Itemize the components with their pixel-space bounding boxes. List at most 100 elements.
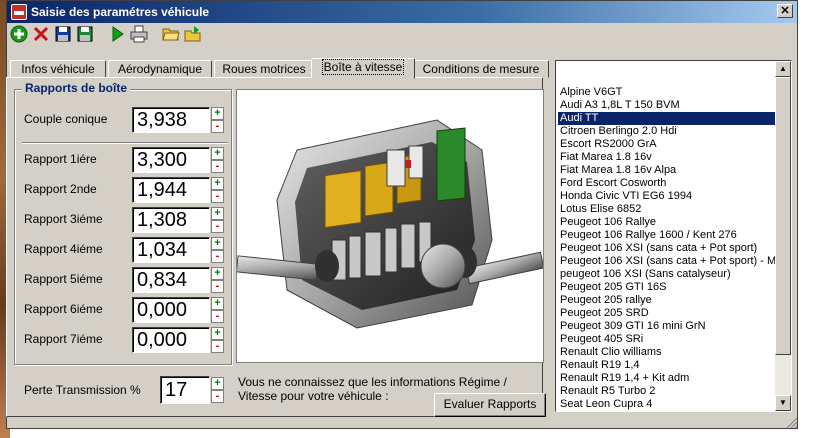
ratio-label: Rapport 4iéme (24, 242, 103, 256)
decrement-button[interactable]: - (211, 280, 224, 293)
list-item[interactable]: Honda Civic VTI EG6 1994 (558, 190, 776, 203)
group-title: Rapports de boîte (22, 81, 131, 95)
list-item[interactable]: Renault R19 1,4 + Kit adm (558, 372, 776, 385)
list-item[interactable]: Peugeot 106 XSI (sans cata + Pot sport) (558, 242, 776, 255)
list-item[interactable]: Peugeot 106 Rallye (558, 216, 776, 229)
decrement-button[interactable]: - (211, 120, 224, 133)
ratio-label: Rapport 2nde (24, 182, 97, 196)
list-item[interactable]: Peugeot 205 GTI 16S (558, 281, 776, 294)
vehicle-list: Alpine V6GT Audi A3 1,8L T 150 BVM Audi TT… (556, 61, 776, 411)
scroll-thumb[interactable] (775, 77, 791, 355)
printer-icon (130, 25, 148, 43)
decrement-button[interactable]: - (211, 390, 224, 403)
export-folder-button[interactable] (184, 25, 202, 43)
run-button[interactable] (108, 25, 126, 43)
increment-button[interactable]: + (211, 237, 224, 250)
scroll-up-button[interactable]: ▲ (775, 61, 791, 77)
ratio-spinner: + - (211, 327, 224, 353)
title-bar[interactable]: Saisie des paramétres véhicule ✕ (7, 1, 797, 23)
list-item[interactable]: Audi A3 1,8L T 150 BVM (558, 99, 776, 112)
list-item[interactable]: Escort RS2000 GrA (558, 138, 776, 151)
decrement-button[interactable]: - (211, 310, 224, 323)
list-item[interactable]: Fiat Marea 1.8 16v Alpa (558, 164, 776, 177)
list-item[interactable]: Peugeot 205 rallye (558, 294, 776, 307)
list-item[interactable]: Peugeot 405 SRi (558, 333, 776, 346)
list-item[interactable]: Ford Escort Cosworth (558, 177, 776, 190)
decrement-button[interactable]: - (211, 340, 224, 353)
increment-button[interactable]: + (211, 207, 224, 220)
decrement-button[interactable]: - (211, 250, 224, 263)
tab-roues-motrices[interactable]: Roues motrices (214, 60, 314, 78)
ratio-field[interactable]: 0,834 (132, 267, 210, 293)
ratio-field[interactable]: 1,944 (132, 177, 210, 203)
tab-boite-a-vitesse[interactable]: Boîte à vitesse (311, 58, 415, 79)
list-item[interactable]: Peugeot 106 Rallye 1600 / Kent 276 (558, 229, 776, 242)
ratio-label: Rapport 5iéme (24, 272, 103, 286)
tab-infos-vehicule[interactable]: Infos véhicule (10, 60, 106, 78)
list-item[interactable]: peugeot 106 XSI (Sans catalyseur) (558, 268, 776, 281)
gearbox-image (236, 89, 544, 363)
resize-grip-icon[interactable] (786, 417, 798, 429)
ratio-label: Rapport 6iéme (24, 302, 103, 316)
list-item[interactable]: Audi TT (558, 112, 776, 125)
play-icon (112, 26, 124, 42)
ratio-field[interactable]: 0,000 (132, 327, 210, 353)
tab-aerodynamique[interactable]: Aérodynamique (108, 60, 212, 78)
list-item[interactable]: Peugeot 205 SRD (558, 307, 776, 320)
ratio-field[interactable]: 1,034 (132, 237, 210, 263)
app-icon (11, 4, 27, 20)
ratio-spinner: + - (211, 207, 224, 233)
increment-button[interactable]: + (211, 267, 224, 280)
open-folder-button[interactable] (162, 25, 180, 43)
save-button[interactable] (54, 25, 72, 43)
final-drive-field[interactable]: 3,938 (132, 107, 210, 133)
floppy-disk-icon (55, 26, 71, 42)
separator (22, 142, 228, 144)
ratio-spinner: + - (211, 297, 224, 323)
scroll-down-button[interactable]: ▼ (775, 395, 791, 411)
decrement-button[interactable]: - (211, 160, 224, 173)
increment-button[interactable]: + (211, 177, 224, 190)
window-title: Saisie des paramétres véhicule (31, 5, 210, 19)
red-x-icon (33, 26, 49, 42)
list-item[interactable]: Alpine V6GT (558, 86, 776, 99)
list-item[interactable]: Renault R19 1,4 (558, 359, 776, 372)
ratio-field[interactable]: 0,000 (132, 297, 210, 323)
list-item[interactable]: Citroen Berlingo 2.0 Hdi (558, 125, 776, 138)
increment-button[interactable]: + (211, 147, 224, 160)
evaluate-ratios-button[interactable]: Evaluer Rapports (434, 393, 546, 417)
folder-open-icon (162, 28, 180, 41)
decrement-button[interactable]: - (211, 220, 224, 233)
increment-button[interactable]: + (211, 327, 224, 340)
list-item[interactable]: Peugeot 309 GTI 16 mini GrN (558, 320, 776, 333)
close-button[interactable]: ✕ (777, 4, 793, 18)
tab-conditions-de-mesure[interactable]: Conditions de mesure (413, 60, 549, 78)
ratio-field[interactable]: 3,300 (132, 147, 210, 173)
list-item[interactable]: Lotus Elise 6852 (558, 203, 776, 216)
increment-button[interactable]: + (211, 107, 224, 120)
print-button[interactable] (130, 25, 148, 43)
list-item[interactable]: Peugeot 106 XSI (sans cata + Pot sport) … (558, 255, 776, 268)
vehicle-listbox[interactable]: Alpine V6GT Audi A3 1,8L T 150 BVM Audi TT… (555, 60, 792, 412)
transmission-loss-spinner: + - (211, 377, 224, 403)
increment-button[interactable]: + (211, 377, 224, 390)
add-button[interactable] (10, 25, 28, 43)
delete-button[interactable] (32, 25, 50, 43)
ratio-label: Rapport 1iére (24, 152, 97, 166)
list-item[interactable]: Renault R5 Turbo 2 (558, 385, 776, 398)
plus-circle-icon (10, 25, 28, 43)
decrement-button[interactable]: - (211, 190, 224, 203)
list-item[interactable]: Renault Clio williams (558, 346, 776, 359)
transmission-loss-field[interactable]: 17 (160, 376, 210, 404)
ratio-spinner: + - (211, 177, 224, 203)
ratio-field[interactable]: 1,308 (132, 207, 210, 233)
list-item[interactable]: Fiat Marea 1.8 16v (558, 151, 776, 164)
list-item[interactable]: Seat Leon Cupra 4 (558, 398, 776, 411)
save-as-button[interactable] (76, 25, 94, 43)
increment-button[interactable]: + (211, 297, 224, 310)
transmission-loss-label: Perte Transmission % (24, 383, 141, 397)
ratio-spinner: + - (211, 147, 224, 173)
ratio-spinner: + - (211, 237, 224, 263)
vertical-scrollbar[interactable]: ▲ ▼ (775, 61, 791, 411)
floppy-disk-green-icon (77, 26, 93, 42)
